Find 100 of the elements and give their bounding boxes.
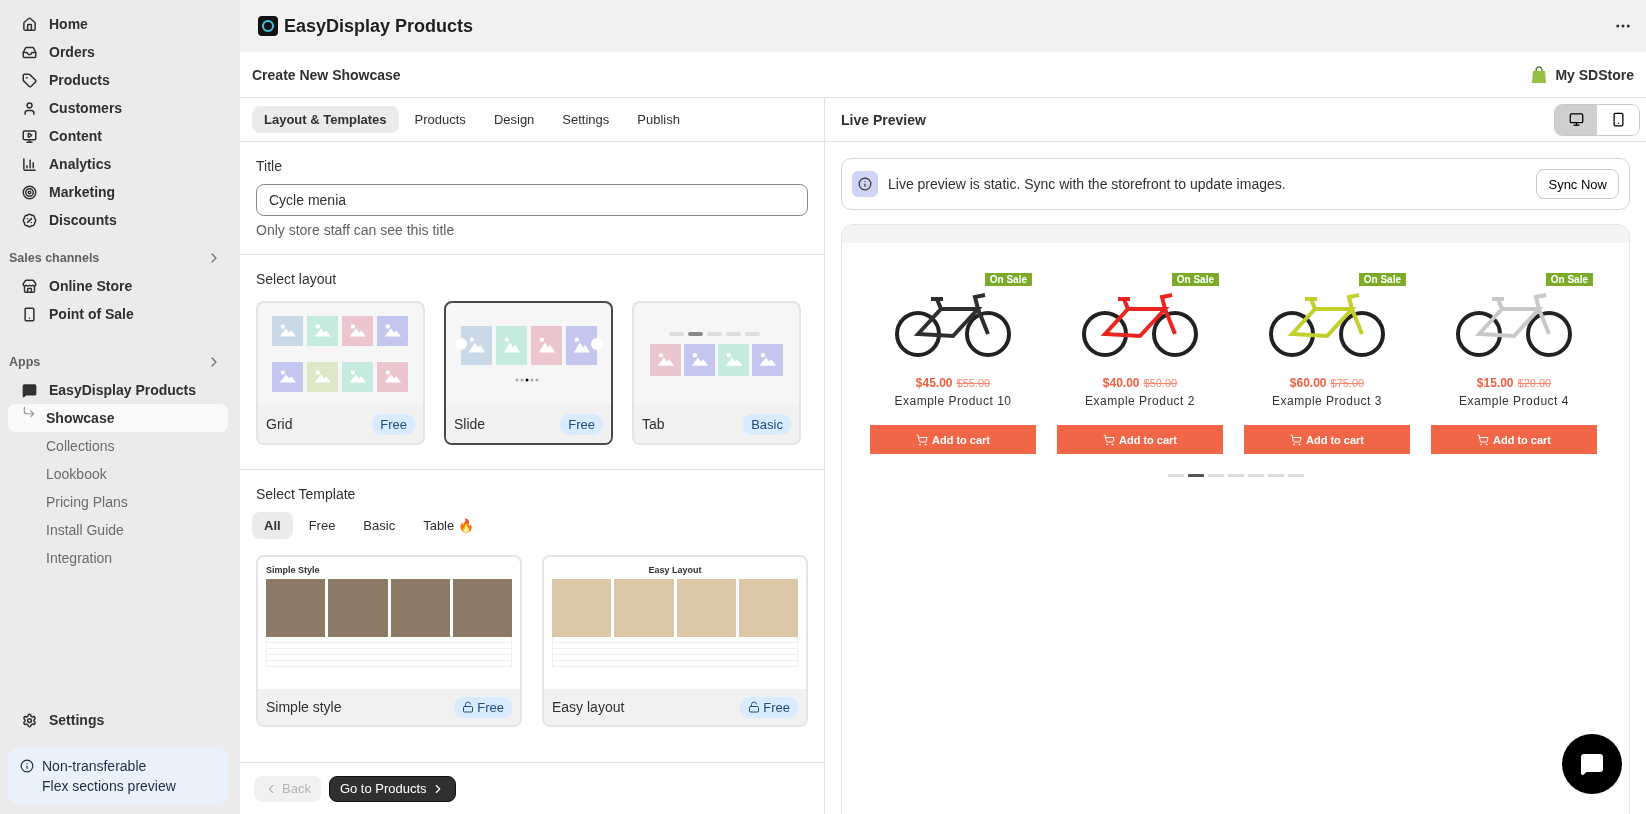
sidebar-item[interactable]: EasyDisplay Products bbox=[8, 376, 228, 404]
sidebar-item[interactable]: Customers bbox=[8, 94, 228, 122]
template-preview-title: Simple Style bbox=[266, 565, 321, 575]
pagination-dash[interactable] bbox=[1187, 474, 1204, 477]
plan-badge: Free bbox=[372, 413, 415, 435]
compare-price: $50.00 bbox=[1143, 377, 1178, 389]
sidebar-item[interactable]: Discounts bbox=[8, 206, 228, 234]
tab[interactable]: Design bbox=[481, 106, 547, 133]
product-name: Example Product 4 bbox=[1459, 394, 1569, 408]
sidebar-item[interactable]: Home bbox=[8, 10, 228, 38]
photo-placeholder bbox=[452, 579, 512, 637]
nav-icon bbox=[22, 128, 37, 144]
plan-badge: Basic bbox=[743, 413, 791, 435]
section-heading: Select Template bbox=[256, 486, 357, 502]
sidebar-item[interactable]: Content bbox=[8, 122, 228, 150]
template-card[interactable]: Easy Layout Easy layout Free bbox=[542, 555, 808, 727]
shopping-bag-icon bbox=[1531, 65, 1548, 84]
template-name: Simple style bbox=[266, 699, 342, 715]
nav-icon bbox=[22, 16, 37, 32]
sidebar-subitem[interactable]: Pricing Plans bbox=[8, 488, 228, 516]
tab[interactable]: Publish bbox=[625, 106, 692, 133]
layout-card[interactable]: Tab Basic bbox=[632, 301, 801, 445]
go-to-products-button[interactable]: Go to Products bbox=[328, 775, 456, 802]
nav-icon bbox=[22, 156, 37, 172]
cart-icon bbox=[1102, 433, 1115, 446]
channel-icon bbox=[22, 278, 37, 294]
section-heading: Select layout bbox=[256, 271, 338, 287]
tab[interactable]: Settings bbox=[550, 106, 622, 133]
branch-icon bbox=[22, 405, 36, 419]
photo-placeholder bbox=[676, 579, 736, 637]
layout-card[interactable]: Slide Free bbox=[444, 301, 613, 445]
template-preview-title: Easy Layout bbox=[647, 565, 703, 575]
sidebar-item[interactable]: Online Store bbox=[8, 272, 228, 300]
filter-tab[interactable]: Free bbox=[296, 512, 348, 539]
nav-icon bbox=[22, 100, 37, 116]
photo-placeholder bbox=[328, 579, 388, 637]
sidebar-item[interactable]: Marketing bbox=[8, 178, 228, 206]
notice-text: Non-transferable bbox=[42, 757, 148, 776]
photo-placeholder bbox=[266, 579, 326, 637]
info-icon bbox=[852, 171, 878, 197]
desktop-view-button[interactable] bbox=[1555, 104, 1597, 135]
layout-card[interactable]: Grid Free bbox=[256, 301, 425, 445]
sidebar-subitem[interactable]: Collections bbox=[8, 432, 228, 460]
nav-icon bbox=[22, 72, 37, 88]
sidebar-subitem[interactable]: Showcase bbox=[8, 404, 228, 432]
store-name: My SDStore bbox=[1555, 66, 1634, 83]
section-heading: Apps bbox=[9, 355, 41, 369]
layout-name: Grid bbox=[266, 416, 293, 432]
product-name: Example Product 10 bbox=[894, 394, 1012, 408]
unlock-icon bbox=[462, 701, 475, 713]
sidebar-item[interactable]: Settings bbox=[8, 706, 228, 734]
sale-price: $15.00 bbox=[1476, 376, 1514, 390]
sidebar-item[interactable]: Products bbox=[8, 66, 228, 94]
page-title: Create New Showcase bbox=[252, 66, 401, 83]
chat-button[interactable] bbox=[1562, 734, 1622, 794]
filter-tab[interactable]: All bbox=[252, 512, 293, 539]
phone-icon bbox=[1610, 112, 1626, 127]
sidebar-item[interactable]: Analytics bbox=[8, 150, 228, 178]
help-text: Only store staff can see this title bbox=[256, 222, 456, 238]
chat-icon bbox=[1580, 752, 1604, 776]
filter-tab[interactable]: Basic bbox=[351, 512, 408, 539]
photo-placeholder bbox=[552, 579, 612, 637]
tab[interactable]: Layout & Templates bbox=[252, 106, 399, 133]
layout-name: Tab bbox=[642, 416, 665, 432]
sync-now-button[interactable]: Sync Now bbox=[1536, 169, 1619, 199]
flex-sections-link[interactable]: Flex sections bbox=[42, 778, 124, 794]
compare-price: $20.00 bbox=[1517, 377, 1552, 389]
photo-placeholder bbox=[738, 579, 798, 637]
compare-price: $55.00 bbox=[956, 377, 991, 389]
sale-badge: On Sale bbox=[1171, 273, 1219, 286]
layout-name: Slide bbox=[454, 416, 486, 432]
plan-badge: Free bbox=[740, 696, 798, 718]
nav-icon bbox=[22, 184, 37, 200]
title-input[interactable]: Cycle menia bbox=[256, 184, 808, 216]
settings-icon bbox=[22, 712, 37, 728]
sidebar-subitem[interactable]: Install Guide bbox=[8, 516, 228, 544]
sale-badge: On Sale bbox=[984, 273, 1032, 286]
sale-badge: On Sale bbox=[1358, 273, 1406, 286]
sale-price: $40.00 bbox=[1102, 376, 1140, 390]
unlock-icon bbox=[748, 701, 761, 713]
photo-placeholder bbox=[614, 579, 674, 637]
cart-icon bbox=[1289, 433, 1302, 446]
sidebar-item[interactable]: Orders bbox=[8, 38, 228, 66]
nav-icon bbox=[22, 212, 37, 228]
sale-price: $60.00 bbox=[1289, 376, 1327, 390]
monitor-icon bbox=[1568, 112, 1584, 127]
template-card[interactable]: Simple Style Simple style Free bbox=[256, 555, 522, 727]
sidebar-subitem[interactable]: Integration bbox=[8, 544, 228, 572]
product-name: Example Product 3 bbox=[1272, 394, 1382, 408]
filter-tab[interactable]: Table 🔥 bbox=[411, 512, 486, 539]
app-logo-icon bbox=[258, 16, 278, 36]
product-name: Example Product 2 bbox=[1085, 394, 1195, 408]
plan-badge: Free bbox=[560, 413, 603, 435]
tab[interactable]: Products bbox=[402, 106, 478, 133]
banner-text: Live preview is static. Sync with the storefront to update images. bbox=[888, 176, 1286, 192]
sidebar-subitem[interactable]: Lookbook bbox=[8, 460, 228, 488]
channel-icon bbox=[22, 306, 37, 322]
sidebar-item[interactable]: Point of Sale bbox=[8, 300, 228, 328]
app-logo-icon bbox=[22, 382, 37, 398]
app-title: EasyDisplay Products bbox=[284, 15, 474, 37]
